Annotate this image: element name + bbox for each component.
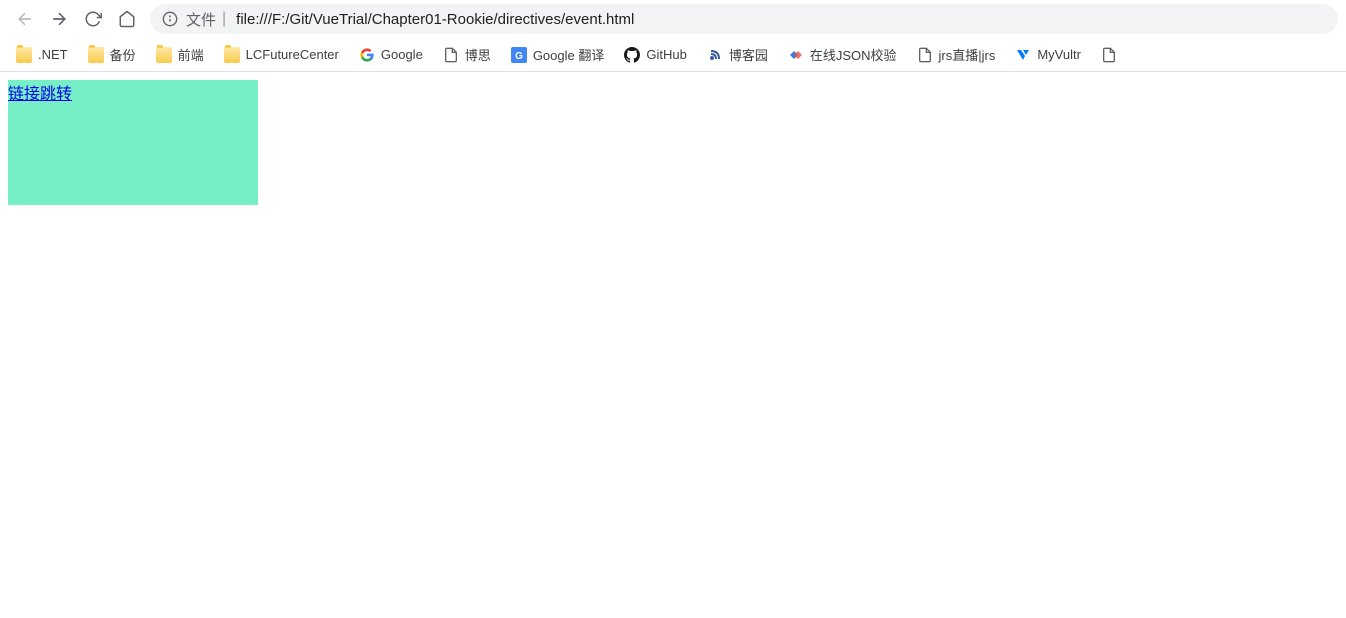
- vultr-icon: [1015, 47, 1031, 63]
- home-icon: [118, 10, 136, 28]
- forward-button[interactable]: [42, 2, 76, 36]
- folder-icon: [88, 47, 104, 63]
- bookmark-myvultr[interactable]: MyVultr: [1005, 41, 1091, 69]
- bookmark-label: Google 翻译: [533, 45, 605, 64]
- bookmark-label: .NET: [38, 47, 68, 62]
- address-bar[interactable]: 文件 | file:///F:/Git/VueTrial/Chapter01-R…: [150, 4, 1338, 34]
- bookmark-label: 前端: [178, 45, 204, 64]
- bookmark-label: 在线JSON校验: [810, 45, 897, 64]
- bookmark-cnblogs[interactable]: 博客园: [697, 41, 778, 69]
- bookmarks-bar: .NET 备份 前端 LCFutureCenter Google 博思 G Go…: [0, 38, 1346, 72]
- bookmark-label: MyVultr: [1037, 47, 1081, 62]
- page-content: 链接跳转: [0, 72, 1346, 213]
- bookmark-more[interactable]: [1091, 41, 1133, 69]
- bookmark-label: jrs直播|jrs: [939, 45, 996, 64]
- bookmark-google-translate[interactable]: G Google 翻译: [501, 41, 615, 69]
- address-separator: |: [222, 10, 226, 28]
- bookmark-github[interactable]: GitHub: [614, 41, 696, 69]
- reload-icon: [84, 10, 102, 28]
- github-icon: [624, 47, 640, 63]
- home-button[interactable]: [110, 2, 144, 36]
- link-jump[interactable]: 链接跳转: [8, 86, 72, 103]
- page-icon: [1101, 47, 1117, 63]
- folder-icon: [156, 47, 172, 63]
- bookmark-frontend[interactable]: 前端: [146, 41, 214, 69]
- arrow-left-icon: [15, 9, 35, 29]
- bookmark-json[interactable]: 在线JSON校验: [778, 41, 907, 69]
- folder-icon: [224, 47, 240, 63]
- bookmark-backup[interactable]: 备份: [78, 41, 146, 69]
- bookmark-label: LCFutureCenter: [246, 47, 339, 62]
- bookmark-label: GitHub: [646, 47, 686, 62]
- bookmark-dotnet[interactable]: .NET: [6, 41, 78, 69]
- bookmark-label: 博客园: [729, 45, 768, 64]
- page-icon: [443, 47, 459, 63]
- green-box: 链接跳转: [8, 80, 258, 205]
- bookmark-lcfuturecenter[interactable]: LCFutureCenter: [214, 41, 349, 69]
- bookmark-label: Google: [381, 47, 423, 62]
- google-icon: [359, 47, 375, 63]
- reload-button[interactable]: [76, 2, 110, 36]
- cnblogs-icon: [707, 47, 723, 63]
- back-button[interactable]: [8, 2, 42, 36]
- arrow-right-icon: [49, 9, 69, 29]
- browser-toolbar: 文件 | file:///F:/Git/VueTrial/Chapter01-R…: [0, 0, 1346, 38]
- bookmark-label: 备份: [110, 45, 136, 64]
- bookmark-bosi[interactable]: 博思: [433, 41, 501, 69]
- svg-text:G: G: [515, 51, 523, 62]
- bookmark-jrs[interactable]: jrs直播|jrs: [907, 41, 1006, 69]
- address-url-text: file:///F:/Git/VueTrial/Chapter01-Rookie…: [236, 11, 634, 28]
- folder-icon: [16, 47, 32, 63]
- address-prefix-label: 文件: [186, 9, 216, 30]
- info-icon: [162, 11, 178, 27]
- bookmark-label: 博思: [465, 45, 491, 64]
- json-icon: [788, 47, 804, 63]
- translate-icon: G: [511, 47, 527, 63]
- bookmark-google[interactable]: Google: [349, 41, 433, 69]
- page-icon: [917, 47, 933, 63]
